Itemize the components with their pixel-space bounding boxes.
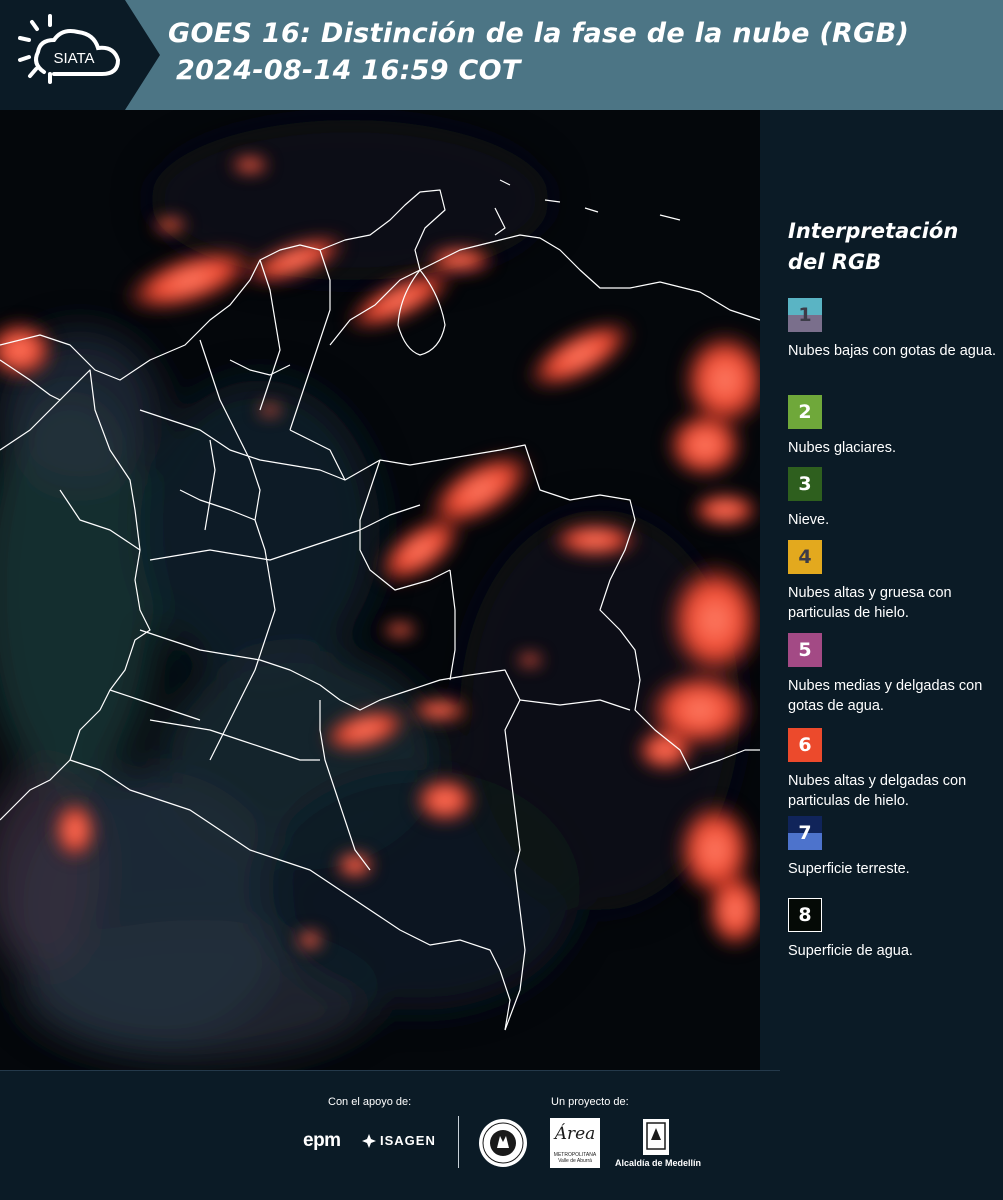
- legend-item-4: 4 Nubes altas y gruesa con particulas de …: [788, 540, 998, 623]
- footer-divider: [458, 1116, 459, 1168]
- siata-logo: SIATA: [18, 14, 121, 84]
- legend-number: 2: [798, 401, 812, 423]
- legend-swatch-2: 2: [788, 395, 822, 429]
- siata-logo-text: SIATA: [53, 50, 94, 67]
- legend-label: Nubes glaciares.: [788, 440, 896, 456]
- legend-number: 5: [798, 639, 812, 661]
- legend-item-3: 3 Nieve.: [788, 467, 998, 530]
- legend-label: Nubes altas y delgadas con particulas de…: [788, 773, 967, 809]
- legend-label: Nubes altas y gruesa con particulas de h…: [788, 585, 952, 621]
- university-seal-icon: [479, 1119, 527, 1167]
- isagen-text: ISAGEN: [380, 1133, 436, 1148]
- legend-swatch-7: 7: [788, 816, 822, 850]
- legend-title-line1: Interpretación: [788, 219, 959, 243]
- legend-label: Superficie terreste.: [788, 861, 910, 877]
- project-label: Un proyecto de:: [551, 1096, 629, 1108]
- legend-swatch-5: 5: [788, 633, 822, 667]
- satellite-image: [0, 110, 760, 1070]
- legend-number: 7: [798, 822, 812, 844]
- footer-rule: [0, 1070, 780, 1071]
- legend-item-6: 6 Nubes altas y delgadas con particulas d…: [788, 728, 998, 811]
- page-timestamp: 2024-08-14 16:59 COT: [176, 55, 521, 86]
- footer: Con el apoyo de: Un proyecto de: epm ISA…: [0, 1070, 1003, 1200]
- legend-label: Superficie de agua.: [788, 943, 913, 959]
- epm-logo: epm: [303, 1130, 341, 1151]
- legend-number: 3: [798, 473, 812, 495]
- alcaldia-shield-icon: [643, 1119, 669, 1155]
- legend-label: Nubes medias y delgadas con gotas de agu…: [788, 678, 983, 714]
- legend-item-7: 7 Superficie terreste.: [788, 816, 998, 879]
- satellite-map[interactable]: [0, 110, 760, 1070]
- legend-panel: Interpretación del RGB 1 Nubes bajas con …: [760, 110, 1003, 1070]
- legend-label: Nubes bajas con gotas de agua.: [788, 343, 996, 359]
- legend-label: Nieve.: [788, 512, 830, 528]
- area-metropolitana-logo: Área METROPOLITANA Valle de Aburrá: [550, 1118, 600, 1168]
- legend-number: 1: [798, 304, 812, 326]
- legend-item-8: 8 Superficie de agua.: [788, 898, 998, 961]
- isagen-logo: ISAGEN: [362, 1133, 436, 1148]
- legend-item-1: 1 Nubes bajas con gotas de agua.: [788, 298, 998, 361]
- isagen-icon: [362, 1133, 376, 1148]
- area-logo-subtext: METROPOLITANA Valle de Aburrá: [553, 1152, 597, 1164]
- header: SIATA GOES 16: Distinción de la fase de …: [0, 0, 1003, 110]
- legend-swatch-8: 8: [788, 898, 822, 932]
- page-title: GOES 16: Distinción de la fase de la nub…: [168, 18, 910, 49]
- support-label: Con el apoyo de:: [328, 1096, 412, 1108]
- area-logo-text: Área: [554, 1124, 596, 1144]
- legend-swatch-6: 6: [788, 728, 822, 762]
- alcaldia-label: Alcaldía de Medellín: [614, 1158, 702, 1168]
- legend-item-5: 5 Nubes medias y delgadas con gotas de ag…: [788, 633, 998, 716]
- legend-number: 4: [798, 546, 812, 568]
- legend-title-line2: del RGB: [788, 250, 882, 274]
- legend-item-2: 2 Nubes glaciares.: [788, 395, 998, 458]
- legend-swatch-1: 1: [788, 298, 822, 332]
- legend-number: 8: [798, 904, 812, 926]
- legend-title: Interpretación del RGB: [788, 216, 988, 278]
- legend-swatch-4: 4: [788, 540, 822, 574]
- legend-swatch-3: 3: [788, 467, 822, 501]
- legend-number: 6: [798, 734, 812, 756]
